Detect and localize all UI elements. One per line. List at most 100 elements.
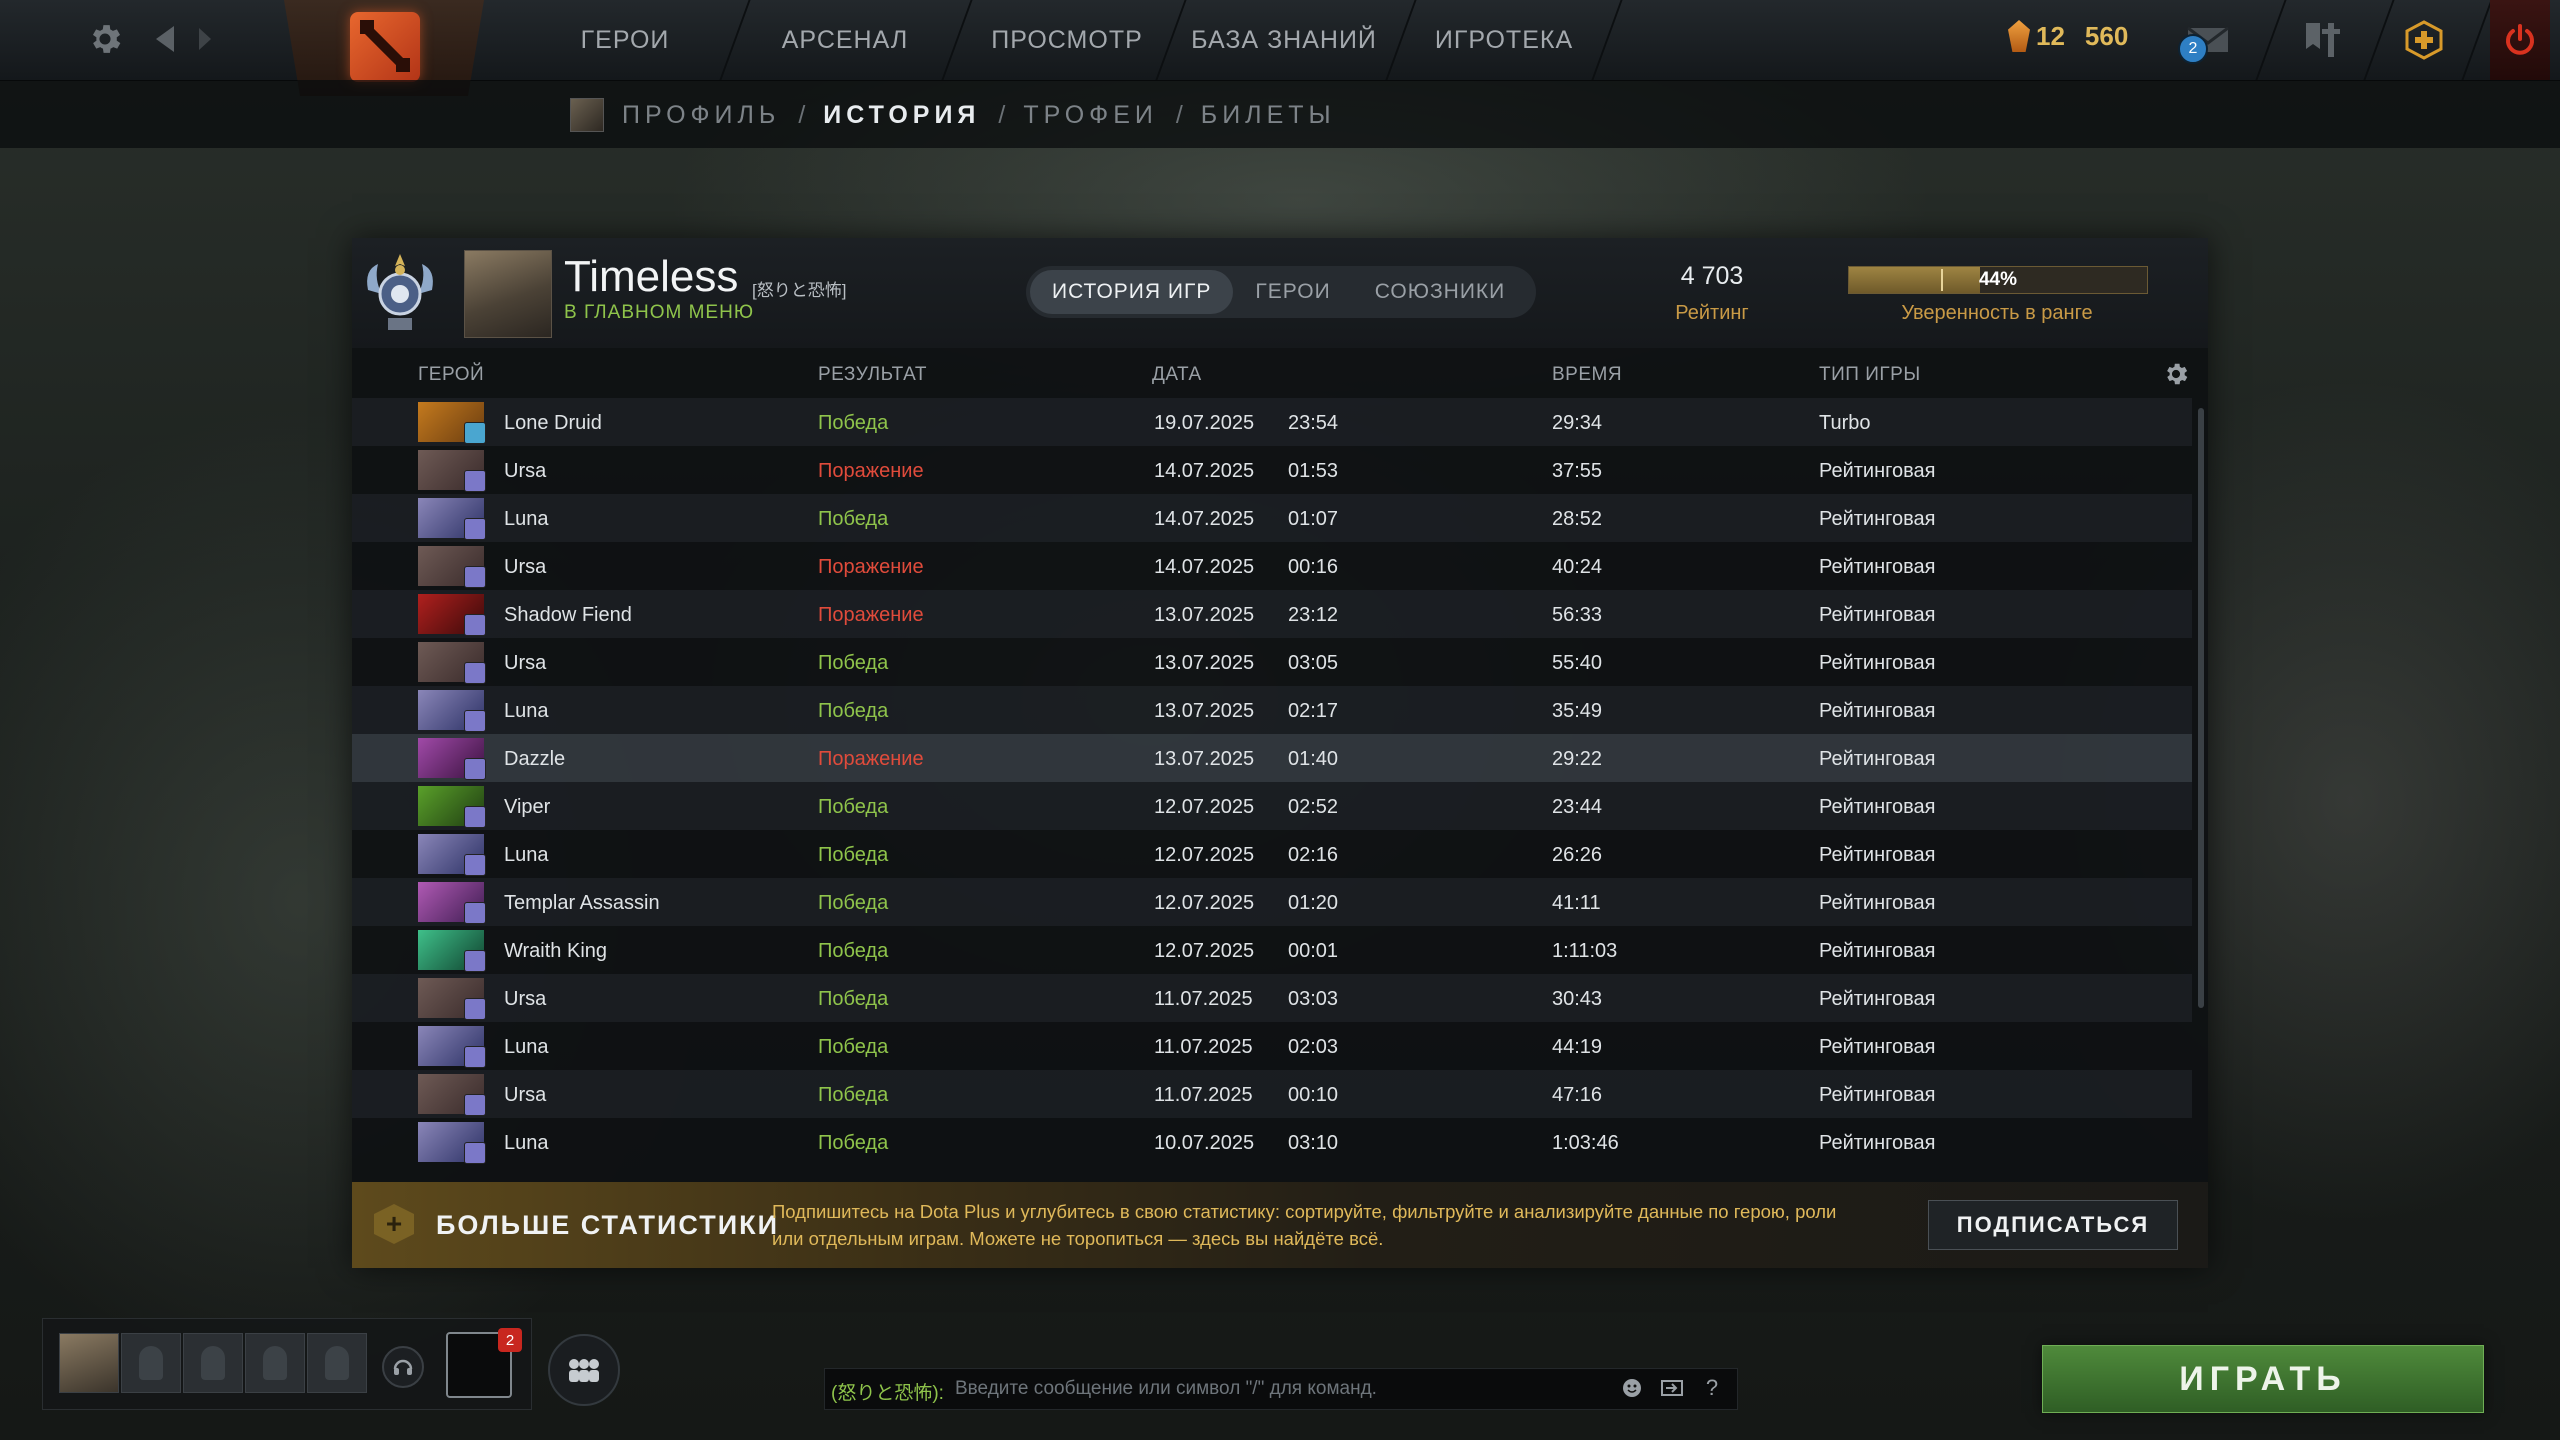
shards-counter[interactable]: 12 560 (2008, 20, 2128, 52)
match-row[interactable]: Luna Победа 10.07.2025 03:10 1:03:46 Рейтинго… (352, 1118, 2192, 1166)
game-mode: Рейтинговая (1819, 1132, 1936, 1154)
rank-medal-icon[interactable] (360, 250, 440, 336)
profile-avatar-small[interactable] (570, 98, 604, 132)
chat-channel[interactable]: (怒りと恐怖): (831, 1378, 944, 1405)
nav-arsenal[interactable]: АРСЕНАЛ (770, 0, 920, 80)
match-date: 13.07.2025 (1154, 700, 1255, 722)
match-row[interactable]: Templar Assassin Победа 12.07.2025 01:20 41:… (352, 878, 2192, 926)
match-row[interactable]: Luna Победа 12.07.2025 02:16 26:26 Рейтингова… (352, 830, 2192, 878)
match-row[interactable]: Luna Победа 14.07.2025 01:07 28:52 Рейтингова… (352, 494, 2192, 542)
match-result: Победа (818, 1084, 889, 1106)
match-row[interactable]: Ursa Победа 11.07.2025 03:03 30:43 Рейтингова… (352, 974, 2192, 1022)
subnav-trophies[interactable]: ТРОФЕИ (1023, 101, 1158, 130)
back-arrow-icon[interactable] (150, 14, 180, 64)
mail-button[interactable]: 2 (2178, 0, 2238, 80)
dota-plus-button[interactable] (2392, 0, 2456, 80)
nav-heroes[interactable]: ГЕРОИ (560, 0, 690, 80)
friends-button[interactable] (548, 1334, 620, 1406)
hero-name: Ursa (504, 460, 547, 482)
match-row[interactable]: Shadow Fiend Поражение 13.07.2025 23:12 56:3… (352, 590, 2192, 638)
match-duration: 44:19 (1552, 1036, 1603, 1058)
party-slot-empty[interactable] (307, 1333, 367, 1393)
play-button[interactable]: ИГРАТЬ (2042, 1345, 2484, 1413)
chat-input[interactable]: Введите сообщение или символ "/" для ком… (955, 1378, 1377, 1400)
subnav-profile[interactable]: ПРОФИЛЬ (622, 101, 780, 130)
match-row[interactable]: Ursa Победа 13.07.2025 03:05 55:40 Рейтингова… (352, 638, 2192, 686)
column-hero[interactable]: ГЕРОЙ (418, 364, 484, 386)
player-status: В ГЛАВНОМ МЕНЮ (564, 302, 755, 323)
friends-icon (569, 1359, 599, 1382)
subnav-history[interactable]: ИСТОРИЯ (823, 101, 980, 130)
match-time: 02:52 (1288, 796, 1339, 818)
match-date: 11.07.2025 (1154, 988, 1253, 1010)
match-row[interactable]: Luna Победа 13.07.2025 02:17 35:49 Рейтингова… (352, 686, 2192, 734)
game-mode: Рейтинговая (1819, 652, 1936, 674)
match-row[interactable]: Wraith King Победа 12.07.2025 00:01 1:11:03 Р… (352, 926, 2192, 974)
match-time: 01:40 (1288, 748, 1339, 770)
game-mode: Turbo (1819, 412, 1871, 434)
settings-gear-icon[interactable] (80, 14, 130, 64)
subnav-tickets[interactable]: БИЛЕТЫ (1201, 101, 1336, 130)
match-duration: 47:16 (1552, 1084, 1603, 1106)
game-mode: Рейтинговая (1819, 556, 1936, 578)
game-mode: Рейтинговая (1819, 604, 1936, 626)
match-row[interactable]: Viper Победа 12.07.2025 02:52 23:44 Рейтингов… (352, 782, 2192, 830)
party-slot-empty[interactable] (121, 1333, 181, 1393)
nav-arcade[interactable]: ИГРОТЕКА (1424, 0, 1584, 80)
subscribe-button[interactable]: ПОДПИСАТЬСЯ (1928, 1200, 2178, 1250)
match-row[interactable]: Ursa Поражение 14.07.2025 00:16 40:24 Рейтинг… (352, 542, 2192, 590)
nav-divider (941, 0, 973, 80)
mail-count-badge: 2 (2178, 34, 2208, 64)
empty-player-icon (263, 1346, 287, 1380)
column-game-mode[interactable]: ТИП ИГРЫ (1819, 364, 1921, 386)
column-result[interactable]: РЕЗУЛЬТАТ (818, 364, 927, 386)
tab-match-history[interactable]: ИСТОРИЯ ИГР (1030, 270, 1234, 314)
match-duration: 1:11:03 (1552, 940, 1618, 962)
hero-name: Shadow Fiend (504, 604, 632, 626)
match-date: 11.07.2025 (1154, 1084, 1253, 1106)
rank-confidence-percent: 44% (1978, 269, 2018, 290)
top-bar: ГЕРОИ АРСЕНАЛ ПРОСМОТР БАЗА ЗНАНИЙ ИГРОТ… (0, 0, 2560, 96)
emoticon-icon[interactable] (1617, 1373, 1647, 1403)
match-row[interactable]: Lone Druid Победа 19.07.2025 23:54 29:34 Turb… (352, 398, 2192, 446)
armory-button[interactable] (2290, 0, 2354, 80)
game-mode: Рейтинговая (1819, 1084, 1936, 1106)
match-row[interactable]: Ursa Победа 11.07.2025 00:10 47:16 Рейтингова… (352, 1070, 2192, 1118)
column-date[interactable]: ДАТА (1152, 364, 1202, 386)
match-duration: 26:26 (1552, 844, 1603, 866)
column-duration[interactable]: ВРЕМЯ (1552, 364, 1622, 386)
match-row[interactable]: Ursa Поражение 14.07.2025 01:53 37:55 Рейтинг… (352, 446, 2192, 494)
table-settings-gear-icon[interactable] (2162, 360, 2190, 388)
role-icon (464, 422, 486, 444)
profile-avatar[interactable] (464, 250, 552, 338)
match-row[interactable]: Dazzle Поражение 13.07.2025 01:40 29:22 Рейти… (352, 734, 2192, 782)
chat-wheel-icon[interactable] (1657, 1373, 1687, 1403)
nav-divider (2461, 0, 2493, 80)
quit-button[interactable] (2490, 0, 2550, 80)
game-mode: Рейтинговая (1819, 748, 1936, 770)
nav-divider (719, 0, 751, 80)
match-result: Победа (818, 940, 889, 962)
party-slot-empty[interactable] (245, 1333, 305, 1393)
game-mode: Рейтинговая (1819, 796, 1936, 818)
nav-watch[interactable]: ПРОСМОТР (982, 0, 1152, 80)
match-time: 23:12 (1288, 604, 1339, 626)
nav-divider (1591, 0, 1623, 80)
party-slot-self[interactable] (59, 1333, 119, 1393)
party-slot-empty[interactable] (183, 1333, 243, 1393)
match-row[interactable]: Luna Победа 11.07.2025 02:03 44:19 Рейтингова… (352, 1022, 2192, 1070)
tab-heroes[interactable]: ГЕРОИ (1233, 270, 1352, 314)
role-icon (464, 1142, 486, 1164)
chat-help-button[interactable]: ? (1697, 1373, 1727, 1403)
voice-chat-button[interactable] (382, 1346, 424, 1388)
match-date: 12.07.2025 (1154, 892, 1255, 914)
match-date: 12.07.2025 (1154, 940, 1255, 962)
tab-allies[interactable]: СОЮЗНИКИ (1353, 270, 1528, 314)
forward-arrow-icon[interactable] (190, 14, 220, 64)
role-icon (464, 662, 486, 684)
rating-label: Рейтинг (1675, 302, 1749, 324)
match-time: 01:20 (1288, 892, 1339, 914)
hero-portrait (418, 1026, 486, 1068)
nav-knowledge-base[interactable]: БАЗА ЗНАНИЙ (1190, 0, 1378, 80)
match-list-scrollbar[interactable] (2198, 408, 2204, 1008)
